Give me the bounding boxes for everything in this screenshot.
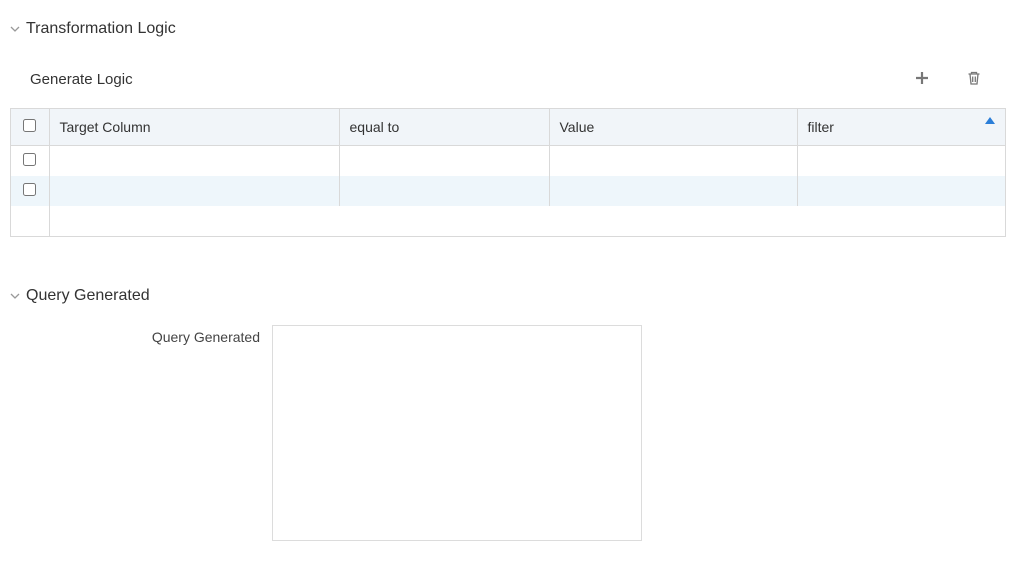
table-spacer-row (11, 206, 1005, 236)
filter-cell[interactable] (797, 146, 1005, 176)
filter-header-label: filter (808, 119, 834, 135)
equal-to-header[interactable]: equal to (339, 109, 549, 146)
query-generated-textarea[interactable] (272, 325, 642, 541)
transformation-logic-section: Transformation Logic Generate Logic (0, 0, 1016, 237)
equal-to-cell[interactable] (339, 146, 549, 176)
plus-icon (914, 70, 930, 89)
chevron-down-icon (10, 24, 20, 34)
equal-to-cell[interactable] (339, 176, 549, 206)
query-generated-label: Query Generated (30, 325, 260, 345)
value-cell[interactable] (549, 176, 797, 206)
query-generated-field-row: Query Generated (10, 325, 1006, 561)
value-cell[interactable] (549, 146, 797, 176)
table-header-row: Target Column equal to Value filter (11, 109, 1005, 146)
select-all-checkbox[interactable] (23, 119, 36, 132)
target-column-cell[interactable] (49, 176, 339, 206)
generate-logic-label: Generate Logic (30, 71, 133, 88)
query-generated-title: Query Generated (26, 287, 150, 305)
toolbar-actions (910, 66, 986, 93)
sort-asc-icon (985, 117, 995, 124)
row-checkbox[interactable] (23, 183, 36, 196)
select-all-header (11, 109, 49, 146)
logic-table: Target Column equal to Value filter (10, 108, 1006, 237)
query-generated-header[interactable]: Query Generated (10, 277, 1006, 325)
chevron-down-icon (10, 291, 20, 301)
transformation-logic-title: Transformation Logic (26, 20, 176, 38)
target-column-cell[interactable] (49, 146, 339, 176)
filter-cell[interactable] (797, 176, 1005, 206)
trash-icon (966, 70, 982, 89)
value-header[interactable]: Value (549, 109, 797, 146)
add-row-button[interactable] (910, 66, 934, 93)
row-checkbox[interactable] (23, 153, 36, 166)
table-row[interactable] (11, 176, 1005, 206)
generate-logic-toolbar: Generate Logic (10, 58, 1006, 108)
delete-row-button[interactable] (962, 66, 986, 93)
query-generated-section: Query Generated Query Generated (0, 267, 1016, 561)
filter-header[interactable]: filter (797, 109, 1005, 146)
table-row[interactable] (11, 146, 1005, 176)
target-column-header[interactable]: Target Column (49, 109, 339, 146)
transformation-logic-header[interactable]: Transformation Logic (10, 10, 1006, 58)
